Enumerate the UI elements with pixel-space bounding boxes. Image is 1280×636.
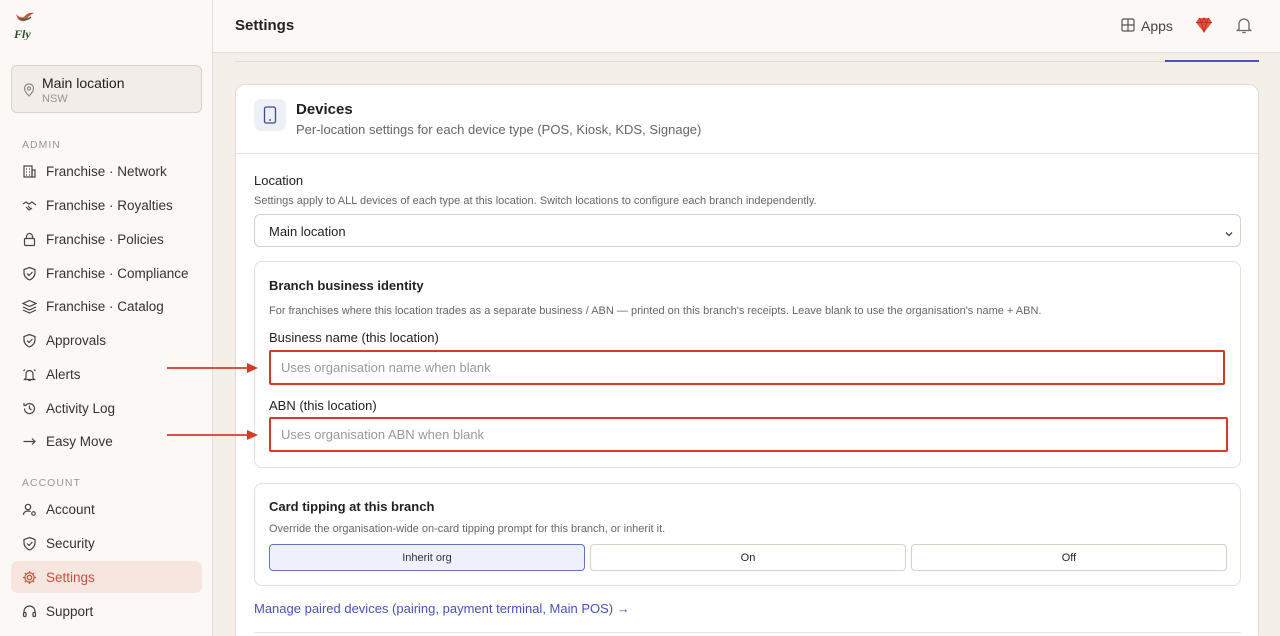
location-switcher[interactable]: Main location NSW bbox=[11, 65, 202, 113]
location-select[interactable]: Main location bbox=[254, 214, 1241, 247]
card-tipping-help: Override the organisation-wide on-card t… bbox=[269, 523, 666, 535]
bottom-divider bbox=[254, 632, 1241, 633]
gear-icon bbox=[21, 569, 37, 585]
sidebar-item-label: Settings bbox=[46, 569, 95, 585]
card-tipping-title: Card tipping at this branch bbox=[269, 499, 435, 514]
devices-card: Devices Per-location settings for each d… bbox=[235, 84, 1259, 636]
location-select-value: Main location bbox=[269, 224, 346, 239]
sidebar: Fly Main location NSW ADMIN Franchise · … bbox=[0, 0, 213, 636]
sidebar-item-support[interactable]: Support bbox=[11, 595, 202, 627]
sidebar-item-label: Easy Move bbox=[46, 433, 113, 449]
location-state: NSW bbox=[42, 93, 68, 105]
user-cog-icon bbox=[21, 501, 37, 517]
sidebar-item-franchise-policies[interactable]: Franchise · Policies bbox=[11, 223, 202, 255]
manage-paired-devices-link[interactable]: Manage paired devices (pairing, payment … bbox=[254, 601, 630, 616]
tipping-option-inherit[interactable]: Inherit org bbox=[269, 544, 585, 571]
top-header: Settings Apps bbox=[213, 0, 1280, 53]
location-name: Main location bbox=[42, 75, 125, 91]
sidebar-item-label: Account bbox=[46, 501, 95, 517]
tab-strip-divider bbox=[235, 61, 1259, 62]
apps-button[interactable]: Apps bbox=[1121, 16, 1173, 36]
devices-subtitle: Per-location settings for each device ty… bbox=[296, 122, 702, 137]
sidebar-item-label: Franchise · Policies bbox=[46, 231, 164, 247]
gem-icon[interactable] bbox=[1195, 16, 1213, 34]
shield-check-icon bbox=[21, 265, 37, 281]
tipping-option-on[interactable]: On bbox=[590, 544, 906, 571]
apps-label: Apps bbox=[1141, 18, 1173, 34]
sidebar-item-label: Franchise · Network bbox=[46, 163, 167, 179]
arrow-right-icon bbox=[21, 433, 37, 449]
branch-identity-help: For franchises where this location trade… bbox=[269, 305, 1042, 317]
sidebar-item-franchise-network[interactable]: Franchise · Network bbox=[11, 155, 202, 187]
svg-text:Fly: Fly bbox=[13, 27, 31, 40]
sidebar-item-label: Franchise · Catalog bbox=[46, 298, 164, 314]
account-section-label: ACCOUNT bbox=[22, 477, 81, 489]
card-divider bbox=[236, 153, 1258, 154]
shield-icon bbox=[21, 535, 37, 551]
shield-check-icon bbox=[21, 332, 37, 348]
sidebar-item-account[interactable]: Account bbox=[11, 493, 202, 525]
branch-identity-section: Branch business identity For franchises … bbox=[254, 261, 1241, 468]
sidebar-item-franchise-royalties[interactable]: Franchise · Royalties bbox=[11, 189, 202, 221]
history-icon bbox=[21, 400, 37, 416]
bell-alert-icon bbox=[21, 366, 37, 382]
handshake-icon bbox=[21, 197, 37, 213]
location-help: Settings apply to ALL devices of each ty… bbox=[254, 195, 817, 207]
sidebar-item-label: Activity Log bbox=[46, 400, 116, 416]
catalog-icon bbox=[21, 298, 37, 314]
grid-icon bbox=[1121, 17, 1135, 35]
abn-input[interactable] bbox=[269, 417, 1228, 452]
sidebar-item-label: Security bbox=[46, 535, 95, 551]
sidebar-item-franchise-catalog[interactable]: Franchise · Catalog bbox=[11, 290, 202, 322]
devices-title: Devices bbox=[296, 101, 353, 118]
annotation-arrow-business-name bbox=[167, 361, 259, 373]
sidebar-item-label: Franchise · Compliance bbox=[46, 265, 189, 281]
abn-label: ABN (this location) bbox=[269, 398, 377, 413]
sidebar-item-franchise-compliance[interactable]: Franchise · Compliance bbox=[11, 257, 202, 289]
business-name-input[interactable] bbox=[269, 350, 1225, 385]
pin-icon bbox=[23, 83, 35, 97]
chevron-down-icon bbox=[1224, 226, 1234, 237]
fly-logo[interactable]: Fly bbox=[12, 10, 38, 41]
headset-icon bbox=[21, 603, 37, 619]
active-tab-indicator bbox=[1165, 60, 1259, 62]
card-tipping-section: Card tipping at this branch Override the… bbox=[254, 483, 1241, 586]
branch-identity-title: Branch business identity bbox=[269, 278, 424, 293]
device-icon bbox=[254, 99, 286, 131]
sidebar-item-label: Support bbox=[46, 603, 94, 619]
sidebar-item-approvals[interactable]: Approvals bbox=[11, 324, 202, 356]
admin-section-label: ADMIN bbox=[22, 139, 61, 151]
bell-icon[interactable] bbox=[1235, 15, 1253, 35]
sidebar-item-label: Alerts bbox=[46, 366, 81, 382]
sidebar-item-security[interactable]: Security bbox=[11, 527, 202, 559]
sidebar-item-label: Franchise · Royalties bbox=[46, 197, 173, 213]
sidebar-item-activity-log[interactable]: Activity Log bbox=[11, 392, 202, 424]
page-title: Settings bbox=[235, 17, 295, 34]
annotation-arrow-abn bbox=[167, 428, 259, 440]
sidebar-item-settings[interactable]: Settings bbox=[11, 561, 202, 593]
tipping-option-off[interactable]: Off bbox=[911, 544, 1227, 571]
business-name-label: Business name (this location) bbox=[269, 330, 439, 345]
sidebar-item-label: Approvals bbox=[46, 332, 107, 348]
location-label: Location bbox=[254, 173, 304, 188]
building-icon bbox=[21, 163, 37, 179]
lock-icon bbox=[21, 231, 37, 247]
